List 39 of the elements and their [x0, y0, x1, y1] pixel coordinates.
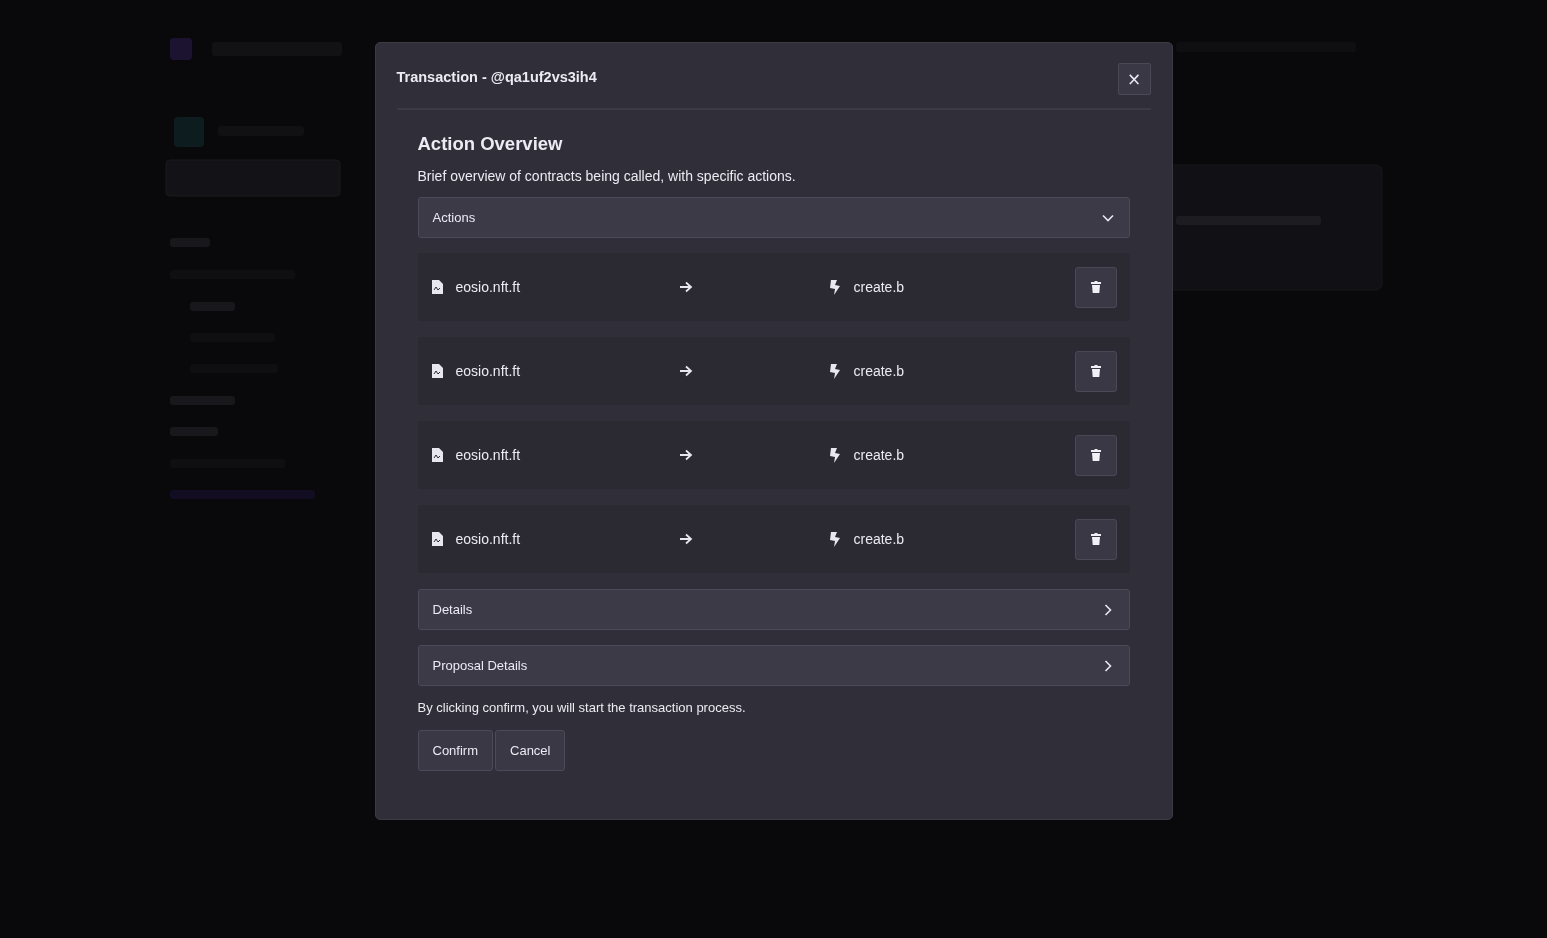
arrow-right-icon: [678, 533, 693, 545]
dialog-title: Transaction - @qa1uf2vs3ih4: [396, 68, 597, 85]
trash-icon: [1090, 533, 1101, 545]
file-icon: [430, 364, 443, 378]
contract-name: eosio.nft.ft: [455, 531, 521, 547]
note-text: By clicking confirm, you will start the transaction process.: [417, 700, 747, 715]
lightning-icon: [828, 531, 841, 547]
accordion-header[interactable]: Proposal Details: [417, 645, 1130, 686]
accordion-header[interactable]: Details: [417, 589, 1130, 630]
lightning-icon: [828, 279, 841, 295]
file-icon: [430, 280, 443, 294]
arrow-right-icon: [678, 449, 693, 461]
logo-icon: [170, 38, 192, 60]
description-text: Brief overview of contracts being called, with specific actions.: [417, 168, 797, 184]
arrow-right-icon: [678, 365, 693, 377]
delete-button[interactable]: [1074, 518, 1117, 560]
action-name: create.b: [853, 363, 905, 379]
delete-button[interactable]: [1074, 266, 1117, 308]
file-icon: [430, 448, 443, 462]
file-icon: [430, 532, 443, 546]
contract-name: eosio.nft.ft: [455, 447, 521, 463]
section-heading: Action Overview: [417, 132, 564, 156]
trash-icon: [1090, 365, 1101, 377]
contract-name: eosio.nft.ft: [455, 279, 521, 295]
confirm-button[interactable]: Confirm: [417, 730, 493, 771]
accordion-header[interactable]: Actions: [417, 197, 1130, 238]
lightning-icon: [828, 363, 841, 379]
contract-name: eosio.nft.ft: [455, 363, 521, 379]
trash-icon: [1090, 449, 1101, 461]
lightning-icon: [828, 447, 841, 463]
cancel-button[interactable]: Cancel: [495, 730, 566, 771]
trash-icon: [1090, 281, 1101, 293]
action-name: create.b: [853, 531, 905, 547]
delete-button[interactable]: [1074, 350, 1117, 392]
action-name: create.b: [853, 279, 905, 295]
delete-button[interactable]: [1074, 434, 1117, 476]
action-name: create.b: [853, 447, 905, 463]
close-button[interactable]: ×: [1117, 63, 1151, 95]
arrow-right-icon: [678, 281, 693, 293]
